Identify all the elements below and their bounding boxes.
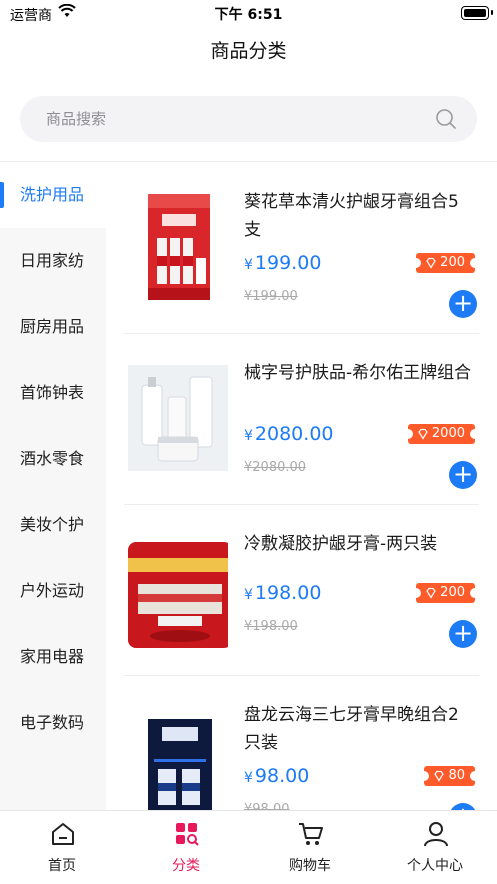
page-title: 商品分类 — [210, 40, 287, 62]
tab-cart[interactable]: 购物车 — [248, 811, 372, 884]
price-value: 98.00 — [254, 765, 310, 787]
badge-value: 200 — [440, 585, 465, 600]
sidebar-item-label: 美妆个护 — [20, 515, 85, 534]
product-image[interactable] — [128, 357, 228, 477]
tab-category[interactable]: 分类 — [124, 811, 248, 884]
badge-value: 200 — [440, 255, 465, 270]
product-name: 葵花草本清火护龈牙膏组合5支 — [244, 192, 459, 240]
tab-label: 首页 — [48, 858, 76, 874]
battery-icon — [461, 6, 489, 20]
add-to-cart-button[interactable]: + — [449, 620, 477, 648]
coupon-badge: 200 — [411, 253, 480, 273]
product-price: ¥98.00 — [244, 765, 309, 787]
category-sidebar: 洗护用品 日用家纺 厨房用品 首饰钟表 酒水零食 美妆个护 户外运动 家用电器 … — [0, 162, 106, 810]
battery-cap — [491, 10, 493, 15]
sidebar-item-appliances[interactable]: 家用电器 — [0, 624, 106, 690]
coupon-badge: 80 — [419, 766, 480, 786]
original-price: ¥199.00 — [244, 289, 298, 304]
product-card[interactable]: 械字号护肤品-希尔佑王牌组合 ¥2080.00 ¥2080.00 2000 + — [124, 333, 481, 505]
original-price: ¥98.00 — [244, 802, 290, 810]
clock: 下午 6:51 — [214, 7, 283, 23]
diamond-icon — [418, 428, 428, 440]
currency-symbol: ¥ — [244, 428, 253, 444]
status-bar: 运营商 下午 6:51 — [0, 0, 497, 26]
product-price: ¥2080.00 — [244, 423, 334, 445]
product-price: ¥199.00 — [244, 252, 321, 274]
search-input[interactable]: 商品搜索 — [46, 96, 106, 142]
bottom-tab-bar: 首页 分类 购物车 个人中心 — [0, 810, 497, 884]
sidebar-item-drinks-snacks[interactable]: 酒水零食 — [0, 426, 106, 492]
tab-label: 分类 — [172, 858, 200, 874]
price-value: 199.00 — [254, 252, 322, 274]
sidebar-item-label: 酒水零食 — [20, 449, 85, 468]
currency-symbol: ¥ — [244, 770, 253, 786]
category-icon — [176, 823, 199, 846]
product-name: 盘龙云海三七牙膏早晚组合2只装 — [244, 705, 459, 753]
add-to-cart-button[interactable]: + — [449, 461, 477, 489]
sidebar-item-label: 户外运动 — [20, 581, 85, 600]
coupon-badge: 200 — [411, 583, 480, 603]
sidebar-item-digital[interactable]: 电子数码 — [0, 690, 106, 756]
coupon-badge: 2000 — [402, 424, 481, 444]
sidebar-item-label: 电子数码 — [20, 713, 85, 732]
original-price: ¥198.00 — [244, 619, 298, 634]
sidebar-item-label: 洗护用品 — [20, 185, 85, 204]
sidebar-item-outdoor[interactable]: 户外运动 — [0, 558, 106, 624]
search-bar[interactable]: 商品搜索 — [20, 96, 477, 142]
badge-value: 2000 — [431, 426, 465, 441]
sidebar-item-jewelry[interactable]: 首饰钟表 — [0, 360, 106, 426]
product-name: 械字号护肤品-希尔佑王牌组合 — [244, 363, 472, 383]
badge-value: 80 — [448, 768, 465, 783]
product-price: ¥198.00 — [244, 582, 321, 604]
home-icon — [52, 823, 74, 845]
product-image[interactable] — [128, 186, 228, 306]
diamond-icon — [434, 770, 445, 782]
sidebar-item-label: 家用电器 — [20, 647, 85, 666]
price-value: 198.00 — [254, 582, 322, 604]
tab-profile[interactable]: 个人中心 — [373, 811, 497, 884]
product-list: 葵花草本清火护龈牙膏组合5支 ¥199.00 ¥199.00 200 + 械字号… — [106, 162, 497, 810]
diamond-icon — [426, 257, 436, 269]
sidebar-item-washcare[interactable]: 洗护用品 — [0, 162, 106, 228]
price-value: 2080.00 — [254, 423, 334, 445]
diamond-icon — [426, 587, 436, 599]
sidebar-item-label: 日用家纺 — [20, 251, 85, 270]
product-name: 冷敷凝胶护龈牙膏-两只装 — [244, 534, 438, 554]
product-image[interactable] — [128, 699, 228, 810]
product-card[interactable]: 葵花草本清火护龈牙膏组合5支 ¥199.00 ¥199.00 200 + — [124, 162, 480, 334]
tab-label: 购物车 — [289, 858, 331, 874]
product-image[interactable] — [128, 528, 228, 648]
original-price: ¥2080.00 — [244, 460, 307, 475]
sidebar-item-label: 厨房用品 — [20, 317, 85, 336]
product-card[interactable]: 盘龙云海三七牙膏早晚组合2只装 ¥98.00 ¥98.00 80 + — [124, 675, 480, 810]
cart-icon — [299, 823, 323, 845]
sidebar-item-label: 首饰钟表 — [20, 383, 85, 402]
product-card[interactable]: 冷敷凝胶护龈牙膏-两只装 ¥198.00 ¥198.00 200 + — [124, 504, 480, 676]
sidebar-item-beauty[interactable]: 美妆个护 — [0, 492, 106, 558]
currency-symbol: ¥ — [244, 587, 253, 603]
tab-home[interactable]: 首页 — [0, 811, 124, 884]
add-to-cart-button[interactable]: + — [449, 290, 477, 318]
currency-symbol: ¥ — [244, 257, 253, 273]
user-icon — [424, 822, 448, 847]
tab-label: 个人中心 — [407, 858, 463, 874]
sidebar-item-kitchen[interactable]: 厨房用品 — [0, 294, 106, 360]
sidebar-item-home-textiles[interactable]: 日用家纺 — [0, 228, 106, 294]
search-icon[interactable] — [435, 108, 457, 130]
add-to-cart-button[interactable]: + — [449, 803, 477, 810]
